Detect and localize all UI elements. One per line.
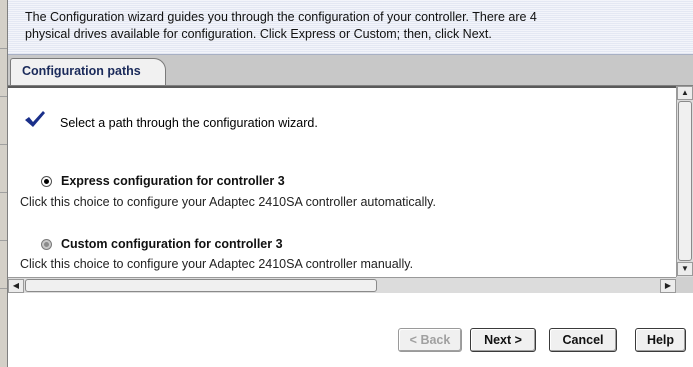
express-radio[interactable] bbox=[41, 175, 52, 187]
arrow-left-icon[interactable]: ◀ bbox=[8, 279, 24, 293]
intro-text: Select a path through the configuration … bbox=[60, 116, 318, 130]
button-bar: < Back Next > Cancel Help bbox=[8, 294, 693, 367]
back-button[interactable]: < Back bbox=[398, 328, 462, 352]
tab-label: Configuration paths bbox=[22, 64, 141, 78]
checkmark-icon bbox=[25, 111, 45, 127]
scrollbar-corner bbox=[676, 277, 693, 293]
express-option-title[interactable]: Express configuration for controller 3 bbox=[61, 174, 285, 188]
tab-configuration-paths[interactable]: Configuration paths bbox=[10, 58, 166, 85]
cancel-button[interactable]: Cancel bbox=[549, 328, 617, 352]
configuration-paths-panel: Select a path through the configuration … bbox=[8, 86, 676, 279]
express-option-description: Click this choice to configure your Adap… bbox=[20, 195, 436, 209]
description-line-2: physical drives available for configurat… bbox=[25, 27, 492, 41]
custom-option-description: Click this choice to configure your Adap… bbox=[20, 257, 414, 271]
horizontal-scrollbar[interactable]: ◀ ▶ bbox=[8, 277, 676, 293]
arrow-up-icon[interactable]: ▲ bbox=[677, 86, 693, 100]
arrow-right-icon[interactable]: ▶ bbox=[660, 279, 676, 293]
vertical-scroll-thumb[interactable] bbox=[678, 101, 692, 261]
tab-strip: Configuration paths bbox=[8, 55, 693, 86]
horizontal-scroll-thumb[interactable] bbox=[25, 279, 377, 292]
arrow-down-icon[interactable]: ▼ bbox=[677, 262, 693, 276]
next-button[interactable]: Next > bbox=[470, 328, 536, 352]
custom-radio[interactable] bbox=[41, 238, 52, 250]
window-left-edge bbox=[0, 0, 8, 367]
wizard-description: The Configuration wizard guides you thro… bbox=[8, 0, 693, 55]
description-line-1: The Configuration wizard guides you thro… bbox=[25, 10, 537, 24]
vertical-scrollbar[interactable]: ▲ ▼ bbox=[676, 86, 693, 277]
express-option[interactable]: Express configuration for controller 3 bbox=[41, 174, 285, 188]
help-button[interactable]: Help bbox=[635, 328, 686, 352]
custom-option-title[interactable]: Custom configuration for controller 3 bbox=[61, 237, 283, 251]
custom-option[interactable]: Custom configuration for controller 3 bbox=[41, 237, 283, 251]
description-text: The Configuration wizard guides you thro… bbox=[25, 9, 675, 43]
